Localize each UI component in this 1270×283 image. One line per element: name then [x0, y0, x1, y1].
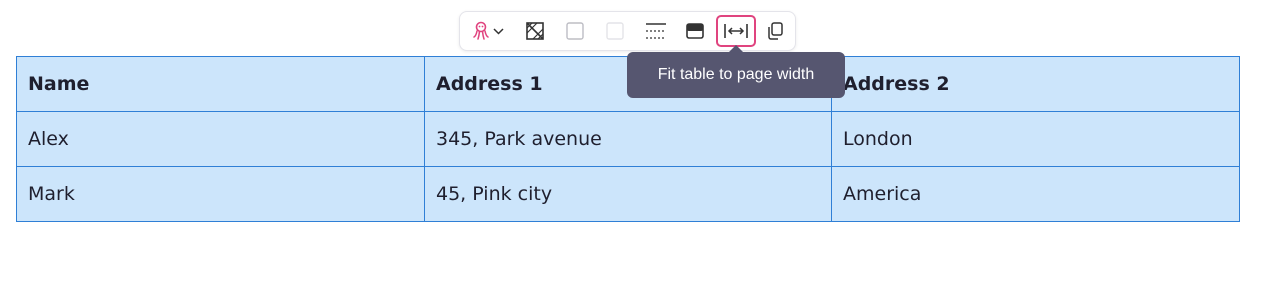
table-cell[interactable]: London	[831, 111, 1240, 167]
table-cell[interactable]: Mark	[16, 166, 425, 222]
table-row: Alex 345, Park avenue London	[16, 111, 1240, 167]
copy-button[interactable]	[760, 16, 790, 46]
tooltip: Fit table to page width	[627, 52, 845, 98]
cell-border-light-icon	[605, 21, 625, 41]
table-cell[interactable]: 45, Pink city	[424, 166, 832, 222]
tooltip-text: Fit table to page width	[657, 66, 815, 83]
copy-icon	[765, 21, 785, 41]
no-fill-button[interactable]	[520, 16, 550, 46]
cell-border-light-button[interactable]	[600, 16, 630, 46]
octopus-icon	[472, 21, 491, 41]
table-toolbar	[459, 11, 796, 51]
tooltip-arrow	[729, 45, 743, 52]
header-cell-address-2[interactable]: Address 2	[831, 56, 1240, 112]
row-lines-icon	[645, 21, 667, 41]
chevron-down-icon	[492, 27, 504, 35]
cell-border-icon	[565, 21, 585, 41]
editor-page: Name Address 1 Address 2 Alex 345, Park …	[0, 0, 1270, 283]
table-row: Mark 45, Pink city America	[16, 166, 1240, 222]
fit-width-button[interactable]	[716, 15, 756, 47]
row-lines-button[interactable]	[641, 16, 671, 46]
no-fill-cell-icon	[525, 21, 545, 41]
header-cell-name[interactable]: Name	[16, 56, 425, 112]
cell-border-button[interactable]	[560, 16, 590, 46]
cell-color-button[interactable]	[468, 16, 508, 46]
fit-width-icon	[723, 23, 749, 39]
header-row-icon	[685, 21, 705, 41]
table-cell[interactable]: Alex	[16, 111, 425, 167]
header-row-button[interactable]	[680, 16, 710, 46]
table-cell[interactable]: America	[831, 166, 1240, 222]
table-cell[interactable]: 345, Park avenue	[424, 111, 832, 167]
